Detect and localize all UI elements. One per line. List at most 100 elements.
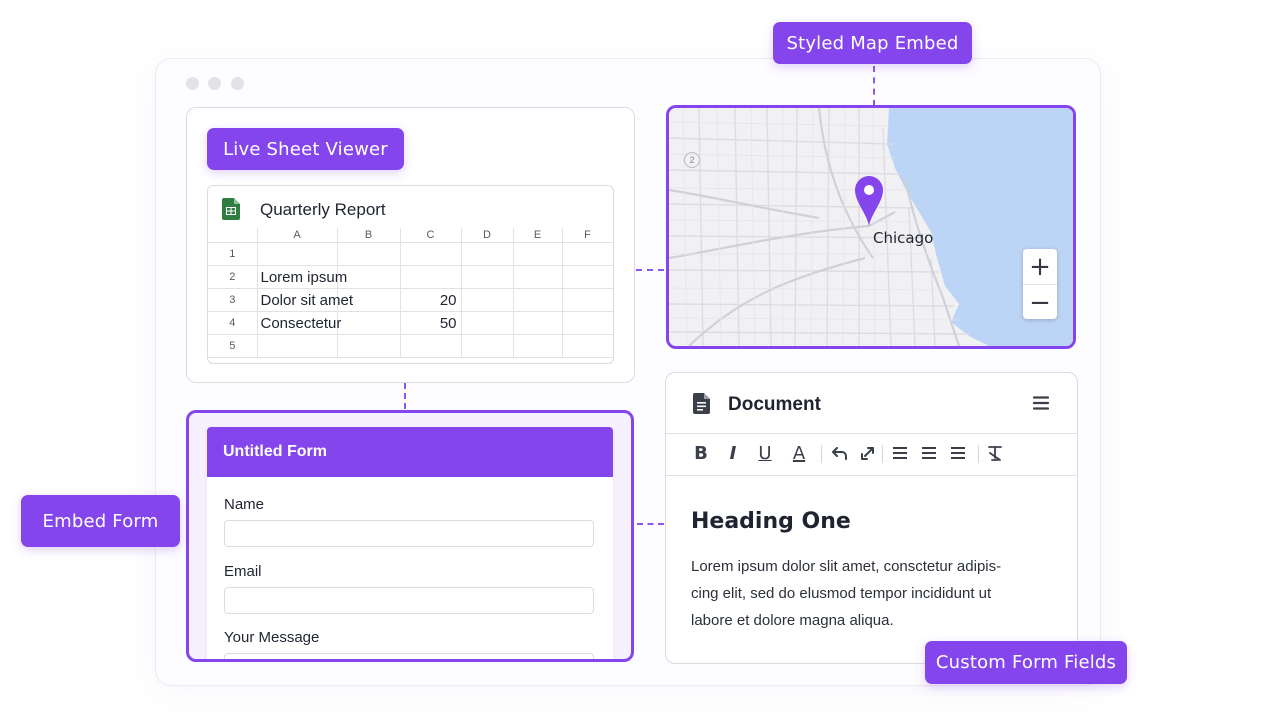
name-label: Name	[224, 496, 265, 513]
toolbar-divider	[882, 445, 883, 463]
sheet-cell[interactable]	[336, 242, 401, 266]
document-title: Document	[728, 394, 821, 415]
document-icon	[693, 393, 710, 419]
align-right-icon[interactable]	[947, 441, 969, 465]
window-dot-close[interactable]	[186, 77, 199, 90]
embed-form-panel: Untitled Form Name Email Your Message	[186, 410, 634, 662]
row-number[interactable]: 4	[208, 311, 258, 335]
sheet-cell[interactable]	[256, 334, 338, 358]
sheet-cell[interactable]	[460, 334, 514, 358]
sheet-cell[interactable]: Dolor sit amet	[256, 288, 353, 312]
row-number[interactable]: 1	[208, 242, 258, 266]
live-sheet-viewer-tag: Live Sheet Viewer	[207, 128, 404, 170]
spreadsheet[interactable]: Quarterly Report A B C D E F 1 2 Lorem i…	[207, 185, 614, 364]
sheet-cell[interactable]	[399, 334, 462, 358]
zoom-control: + −	[1023, 249, 1057, 319]
sheet-cell[interactable]	[561, 288, 613, 312]
highway-marker: 2	[684, 152, 700, 168]
document-heading: Heading One	[691, 509, 851, 534]
sheet-cell[interactable]	[460, 242, 514, 266]
message-field[interactable]	[224, 653, 594, 659]
menu-icon[interactable]	[1032, 395, 1050, 416]
toolbar-divider	[978, 445, 979, 463]
sheet-cell[interactable]	[512, 311, 563, 335]
underline-button[interactable]: U	[754, 441, 776, 465]
column-header[interactable]: B	[336, 228, 401, 243]
map-embed[interactable]: 2 Chicago + −	[666, 105, 1076, 349]
sheet-cell[interactable]	[512, 334, 563, 358]
sheet-cell[interactable]	[399, 265, 462, 289]
format-toolbar: B I U A	[666, 433, 1077, 476]
connector-sheet-map	[636, 269, 664, 271]
sheet-row: 1	[208, 242, 613, 266]
connector-map	[873, 66, 875, 106]
window-dot-maximize[interactable]	[231, 77, 244, 90]
sheet-cell[interactable]	[460, 311, 514, 335]
text-color-button[interactable]: A	[788, 441, 810, 465]
sheet-title: Quarterly Report	[260, 200, 386, 219]
sheet-cell[interactable]	[460, 288, 514, 312]
row-number[interactable]: 2	[208, 265, 258, 289]
embed-form-tag: Embed Form	[21, 495, 180, 547]
sheet-cell[interactable]	[561, 242, 613, 266]
sheet-cell[interactable]	[561, 311, 613, 335]
sheet-row: 4 Consectetur 50	[208, 311, 613, 335]
sheet-cell[interactable]	[460, 265, 514, 289]
map-label-chicago: Chicago	[873, 229, 934, 247]
sheet-cell[interactable]	[336, 334, 401, 358]
document-editor: Document B I U A Heading One Lorem ipsum…	[665, 372, 1078, 664]
sheet-cell[interactable]: 50	[399, 311, 462, 335]
undo-icon[interactable]	[829, 441, 851, 465]
body-line: cing elit, sed do elusmod tempor incidid…	[691, 585, 992, 602]
sheet-cell[interactable]	[512, 288, 563, 312]
body-line: labore et dolore magna aliqua.	[691, 612, 894, 629]
bold-button[interactable]: B	[690, 441, 712, 465]
corner-cell	[208, 228, 258, 243]
email-field[interactable]	[224, 587, 594, 614]
connector-form-doc	[637, 523, 664, 525]
sheet-cell[interactable]	[256, 242, 338, 266]
sheet-row: 3 Dolor sit amet 20	[208, 288, 613, 312]
column-header-row: A B C D E F	[208, 228, 613, 243]
toolbar-divider	[821, 445, 822, 463]
row-number[interactable]: 3	[208, 288, 258, 312]
form-card: Untitled Form Name Email Your Message	[207, 427, 613, 659]
document-body[interactable]: Lorem ipsum dolor slit amet, consctetur …	[691, 553, 1061, 634]
name-field[interactable]	[224, 520, 594, 547]
italic-button[interactable]: I	[722, 441, 744, 465]
sheet-row: 5	[208, 334, 613, 358]
column-header[interactable]: A	[256, 228, 338, 243]
row-number[interactable]: 5	[208, 334, 258, 358]
zoom-in-button[interactable]: +	[1023, 249, 1057, 285]
sheet-cell[interactable]	[399, 242, 462, 266]
message-label: Your Message	[224, 629, 320, 646]
sheet-cell[interactable]	[512, 242, 563, 266]
sheet-cell[interactable]: 20	[399, 288, 462, 312]
form-title: Untitled Form	[207, 427, 613, 477]
sheet-cell[interactable]: Consectetur	[256, 311, 341, 335]
redo-icon[interactable]	[856, 441, 878, 465]
align-center-icon[interactable]	[918, 441, 940, 465]
align-left-icon[interactable]	[889, 441, 911, 465]
sheet-cell[interactable]	[336, 311, 401, 335]
column-header[interactable]: F	[561, 228, 613, 243]
column-header[interactable]: C	[399, 228, 462, 243]
zoom-out-button[interactable]: −	[1023, 285, 1057, 320]
email-label: Email	[224, 563, 262, 580]
sheet-cell[interactable]	[512, 265, 563, 289]
sheet-row: 2 Lorem ipsum	[208, 265, 613, 289]
sheet-cell[interactable]	[561, 265, 613, 289]
styled-map-embed-tag: Styled Map Embed	[773, 22, 972, 64]
document-header: Document	[666, 373, 1077, 434]
sheet-grid[interactable]: A B C D E F 1 2 Lorem ipsum 3 Dolor sit …	[208, 228, 613, 358]
sheet-cell[interactable]: Lorem ipsum	[256, 265, 347, 289]
sheet-cell[interactable]	[561, 334, 613, 358]
sheets-icon	[222, 198, 240, 225]
connector-sheet-form	[404, 383, 406, 409]
column-header[interactable]: D	[460, 228, 514, 243]
map-canvas[interactable]	[669, 108, 1073, 346]
clear-formatting-icon[interactable]	[985, 441, 1007, 465]
custom-form-fields-tag: Custom Form Fields	[925, 641, 1127, 684]
window-dot-minimize[interactable]	[208, 77, 221, 90]
column-header[interactable]: E	[512, 228, 563, 243]
